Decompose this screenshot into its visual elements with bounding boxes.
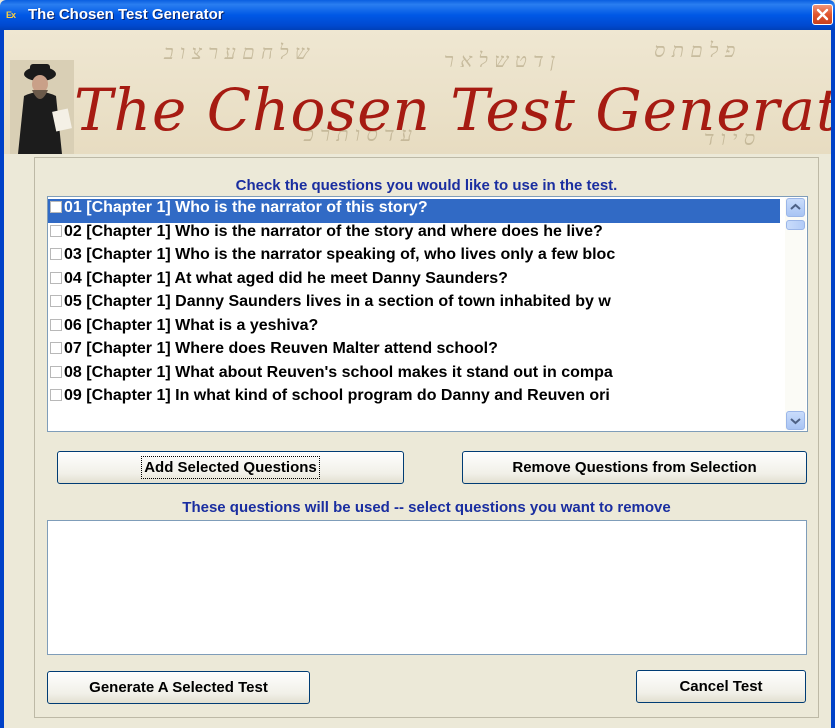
question-row[interactable]: 04 [Chapter 1] At what aged did he meet … <box>48 270 780 294</box>
question-row[interactable]: 05 [Chapter 1] Danny Saunders lives in a… <box>48 293 780 317</box>
question-checkbox[interactable] <box>50 389 62 401</box>
question-label: 08 [Chapter 1] What about Reuven's schoo… <box>64 363 613 381</box>
chevron-down-icon <box>790 418 801 425</box>
person-illustration <box>10 60 74 154</box>
questions-instruction: Check the questions you would like to us… <box>235 177 618 194</box>
app-icon[interactable]: Ex <box>6 8 22 22</box>
question-label: 05 [Chapter 1] Danny Saunders lives in a… <box>64 293 611 310</box>
close-icon <box>816 8 829 21</box>
remove-questions-button[interactable]: Remove Questions from Selection <box>462 451 807 484</box>
chevron-up-icon <box>790 203 801 210</box>
question-row[interactable]: 09 [Chapter 1] In what kind of school pr… <box>48 387 780 411</box>
questions-scrollbar[interactable] <box>785 198 806 430</box>
hebrew-background-text: ן ד ט ש ל א ר <box>444 48 555 72</box>
question-label: 07 [Chapter 1] Where does Reuven Malter … <box>64 340 498 357</box>
question-checkbox[interactable] <box>50 201 62 213</box>
question-row[interactable]: 02 [Chapter 1] Who is the narrator of th… <box>48 223 780 247</box>
question-checkbox[interactable] <box>50 365 62 378</box>
question-checkbox[interactable] <box>50 295 62 307</box>
questions-list[interactable]: 01 [Chapter 1] Who is the narrator of th… <box>47 196 808 432</box>
generate-test-label: Generate A Selected Test <box>89 679 268 696</box>
add-selected-questions-button[interactable]: Add Selected Questions <box>57 451 404 484</box>
question-label: 09 [Chapter 1] In what kind of school pr… <box>64 387 610 404</box>
hebrew-background-text: ש ל ח ם ע ר צ ו ב <box>164 40 310 64</box>
question-row[interactable]: 07 [Chapter 1] Where does Reuven Malter … <box>48 340 780 364</box>
selected-questions-list[interactable] <box>47 520 807 655</box>
question-checkbox[interactable] <box>50 248 62 260</box>
cancel-test-label: Cancel Test <box>679 678 763 695</box>
scroll-thumb[interactable] <box>786 220 805 230</box>
question-checkbox[interactable] <box>50 271 62 284</box>
banner: ש ל ח ם ע ר צ ו ב ן ד ט ש ל א ר ע ד ס ו … <box>4 30 831 154</box>
selected-instruction: These questions will be used -- select q… <box>182 499 671 516</box>
question-label: 06 [Chapter 1] What is a yeshiva? <box>64 316 319 334</box>
cancel-test-button[interactable]: Cancel Test <box>636 670 806 703</box>
question-row[interactable]: 01 [Chapter 1] Who is the narrator of th… <box>48 199 780 223</box>
questions-rows: 01 [Chapter 1] Who is the narrator of th… <box>48 199 780 411</box>
question-label: 02 [Chapter 1] Who is the narrator of th… <box>64 222 603 240</box>
hebrew-background-text: פ ל ם ת ס <box>654 38 736 62</box>
question-label: 04 [Chapter 1] At what aged did he meet … <box>64 269 508 287</box>
remove-questions-label: Remove Questions from Selection <box>512 459 757 476</box>
question-row[interactable]: 06 [Chapter 1] What is a yeshiva? <box>48 317 780 341</box>
title-bar[interactable]: Ex The Chosen Test Generator <box>0 0 835 30</box>
add-selected-questions-label: Add Selected Questions <box>141 456 320 479</box>
question-checkbox[interactable] <box>50 224 62 237</box>
banner-title: The Chosen Test Generator <box>74 76 831 144</box>
scroll-up-button[interactable] <box>786 198 805 217</box>
close-button[interactable] <box>812 4 833 25</box>
window-title: The Chosen Test Generator <box>28 6 224 23</box>
question-label: 01 [Chapter 1] Who is the narrator of th… <box>64 199 428 216</box>
question-checkbox[interactable] <box>50 342 62 354</box>
generate-test-button[interactable]: Generate A Selected Test <box>47 671 310 704</box>
question-row[interactable]: 08 [Chapter 1] What about Reuven's schoo… <box>48 364 780 388</box>
scroll-down-button[interactable] <box>786 411 805 430</box>
question-checkbox[interactable] <box>50 318 62 331</box>
question-label: 03 [Chapter 1] Who is the narrator speak… <box>64 246 616 263</box>
question-row[interactable]: 03 [Chapter 1] Who is the narrator speak… <box>48 246 780 270</box>
